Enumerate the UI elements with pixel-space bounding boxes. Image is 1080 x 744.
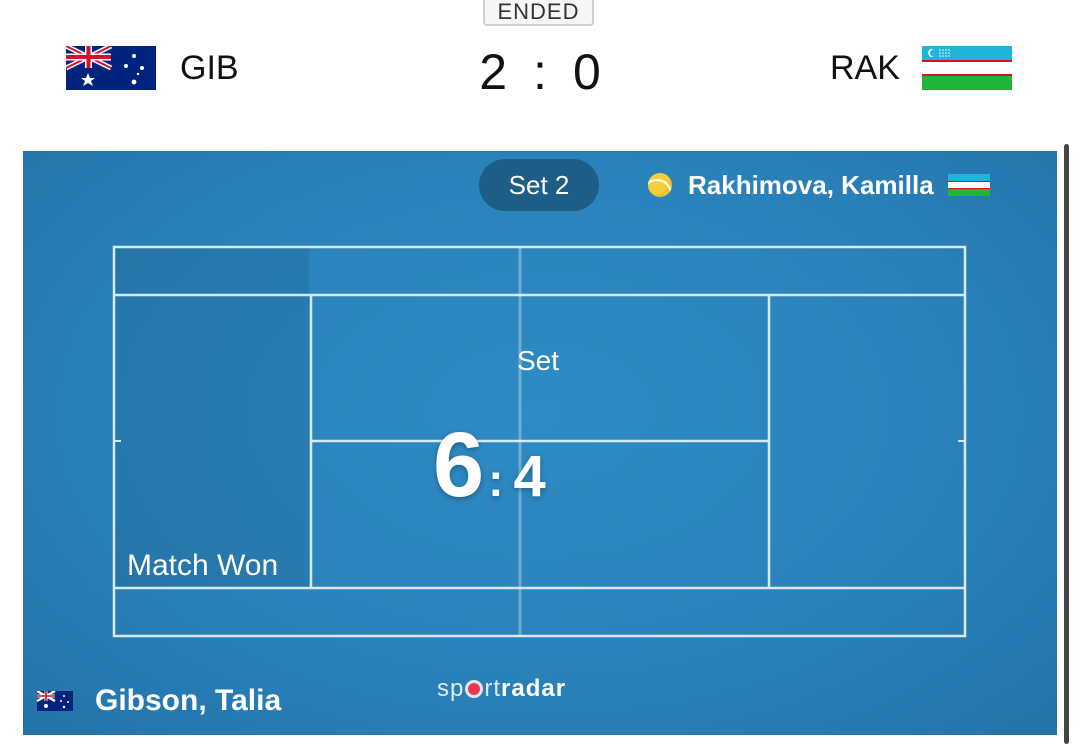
brand-prefix: sp (437, 675, 465, 702)
serving-player-name: Rakhimova, Kamilla (688, 169, 934, 200)
set-score-separator: : (488, 454, 504, 506)
away-team[interactable]: RAK (830, 46, 1012, 90)
home-team[interactable]: GIB (66, 46, 239, 90)
serving-player: Rakhimova, Kamilla (648, 167, 990, 203)
australia-flag-icon (37, 691, 73, 711)
set-label: Set (516, 345, 560, 376)
bottom-player-name: Gibson, Talia (95, 684, 282, 717)
away-set-games: 4 (513, 444, 546, 509)
match-won-label: Match Won (127, 549, 279, 582)
brand-suffix: radar (501, 675, 567, 702)
home-sets-score: 2 (479, 44, 508, 100)
set-score: 6 : 4 (433, 413, 546, 516)
brand-middle: rt (484, 675, 502, 702)
sportradar-logo: sp rtradar (437, 675, 566, 703)
bottom-player: Gibson, Talia (37, 681, 281, 721)
current-set-pill: Set 2 (479, 159, 599, 211)
uzbekistan-flag-icon (921, 46, 1012, 90)
home-team-code: GIB (180, 48, 239, 87)
status-badge: ENDED (483, 0, 594, 26)
australia-flag-icon (66, 46, 156, 90)
match-score: 2:0 (440, 40, 640, 104)
home-set-games: 6 (433, 414, 485, 516)
scrollbar[interactable] (1064, 144, 1069, 744)
tennis-ball-icon (648, 173, 672, 197)
score-separator: : (533, 44, 547, 100)
away-sets-score: 0 (572, 44, 601, 100)
court-widget: Set 2 Rakhimova, Kamilla Set 6 : 4 Match… (23, 151, 1057, 735)
uzbekistan-flag-icon (947, 174, 990, 196)
away-team-code: RAK (830, 48, 900, 87)
brand-dot-icon (465, 680, 484, 698)
